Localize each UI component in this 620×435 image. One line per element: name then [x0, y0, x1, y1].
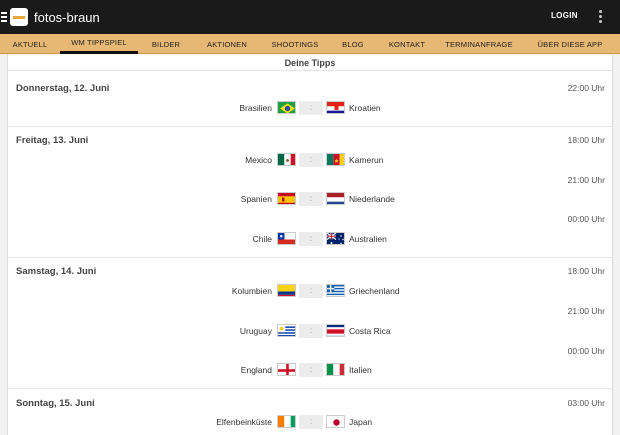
brazil-flag-icon: [277, 101, 296, 114]
score-input[interactable]: :: [299, 101, 323, 115]
match-row: Uruguay : Costa Rica: [8, 324, 612, 338]
tab-aktionen[interactable]: AKTIONEN: [194, 34, 260, 54]
cameroon-flag-icon: [326, 153, 345, 166]
kickoff-time: 21:00 Uhr: [567, 175, 605, 185]
score-input[interactable]: :: [299, 284, 323, 298]
kickoff-time: 18:00 Uhr: [567, 135, 605, 145]
app-logo-icon: [10, 8, 28, 26]
tab-blog[interactable]: BLOG: [330, 34, 376, 54]
tab-terminanfrage[interactable]: TERMINANFRAGE: [438, 34, 520, 54]
costa-rica-flag-icon: [326, 324, 345, 337]
tab-ueber-diese-app[interactable]: ÜBER DIESE APP: [520, 34, 620, 54]
match-row: Spanien : Niederlande: [8, 192, 612, 206]
uruguay-flag-icon: [277, 324, 296, 337]
app-bar: fotos-braun LOGIN: [0, 0, 620, 34]
match-row: Brasilien : Kroatien: [8, 101, 612, 115]
kickoff-time: 21:00 Uhr: [567, 306, 605, 316]
day-divider: [8, 388, 612, 389]
italy-flag-icon: [326, 363, 345, 376]
kickoff-time: 03:00 Uhr: [567, 398, 605, 408]
kickoff-time: 00:00 Uhr: [567, 346, 605, 356]
home-team: Elfenbeinküste: [216, 417, 272, 427]
match-row: Kolumbien : Griechenland: [8, 284, 612, 298]
overflow-menu-icon[interactable]: [599, 10, 602, 23]
croatia-flag-icon: [326, 101, 345, 114]
netherlands-flag-icon: [326, 192, 345, 205]
match-row: Mexico : Kamerun: [8, 153, 612, 167]
page-title: Deine Tipps: [284, 58, 336, 68]
away-team: Italien: [349, 365, 372, 375]
ivory-coast-flag-icon: [277, 415, 296, 428]
kickoff-time: 18:00 Uhr: [567, 266, 605, 276]
home-team: Chile: [252, 234, 272, 244]
day-heading: Donnerstag, 12. Juni: [16, 83, 110, 94]
away-team: Kroatien: [349, 103, 381, 113]
tab-bilder[interactable]: BILDER: [138, 34, 194, 54]
australia-flag-icon: [326, 232, 345, 245]
away-team: Japan: [349, 417, 373, 427]
title-divider: [8, 70, 612, 71]
away-team: Costa Rica: [349, 326, 391, 336]
colombia-flag-icon: [277, 284, 296, 297]
kickoff-time: 00:00 Uhr: [567, 214, 605, 224]
away-team: Kamerun: [349, 155, 384, 165]
kickoff-time: 22:00 Uhr: [567, 83, 605, 93]
mexico-flag-icon: [277, 153, 296, 166]
greece-flag-icon: [326, 284, 345, 297]
england-flag-icon: [277, 363, 296, 376]
tab-kontakt[interactable]: KONTAKT: [376, 34, 438, 54]
away-team: Griechenland: [349, 286, 400, 296]
home-team: Brasilien: [239, 103, 272, 113]
tab-shootings[interactable]: SHOOTINGS: [260, 34, 330, 54]
tips-card: Deine Tipps Donnerstag, 12. Juni 22:00 U…: [7, 54, 613, 435]
away-team: Niederlande: [349, 194, 395, 204]
match-row: England : Italien: [8, 363, 612, 377]
day-divider: [8, 257, 612, 258]
day-heading: Samstag, 14. Juni: [16, 266, 97, 277]
score-input[interactable]: :: [299, 153, 323, 167]
tab-bar: AKTUELL WM TIPPSPIEL BILDER AKTIONEN SHO…: [0, 34, 620, 54]
day-divider: [8, 126, 612, 127]
home-team: Uruguay: [239, 326, 272, 336]
home-team: Mexico: [245, 155, 272, 165]
home-team: Kolumbien: [231, 286, 272, 296]
chile-flag-icon: [277, 232, 296, 245]
spain-flag-icon: [277, 192, 296, 205]
match-row: Chile : Australien: [8, 232, 612, 246]
score-input[interactable]: :: [299, 363, 323, 377]
score-input[interactable]: :: [299, 232, 323, 246]
home-team: England: [240, 365, 272, 375]
app-title: fotos-braun: [34, 9, 100, 25]
away-team: Australien: [349, 234, 387, 244]
login-button[interactable]: LOGIN: [551, 11, 578, 20]
day-heading: Freitag, 13. Juni: [16, 135, 89, 146]
tab-aktuell[interactable]: AKTUELL: [0, 34, 60, 54]
tab-wm-tippspiel[interactable]: WM TIPPSPIEL: [60, 34, 138, 54]
menu-icon[interactable]: [1, 12, 7, 22]
match-row: Elfenbeinküste : Japan: [8, 415, 612, 429]
score-input[interactable]: :: [299, 192, 323, 206]
day-heading: Sonntag, 15. Juni: [16, 398, 95, 409]
home-team: Spanien: [240, 194, 272, 204]
score-input[interactable]: :: [299, 415, 323, 429]
japan-flag-icon: [326, 415, 345, 428]
score-input[interactable]: :: [299, 324, 323, 338]
